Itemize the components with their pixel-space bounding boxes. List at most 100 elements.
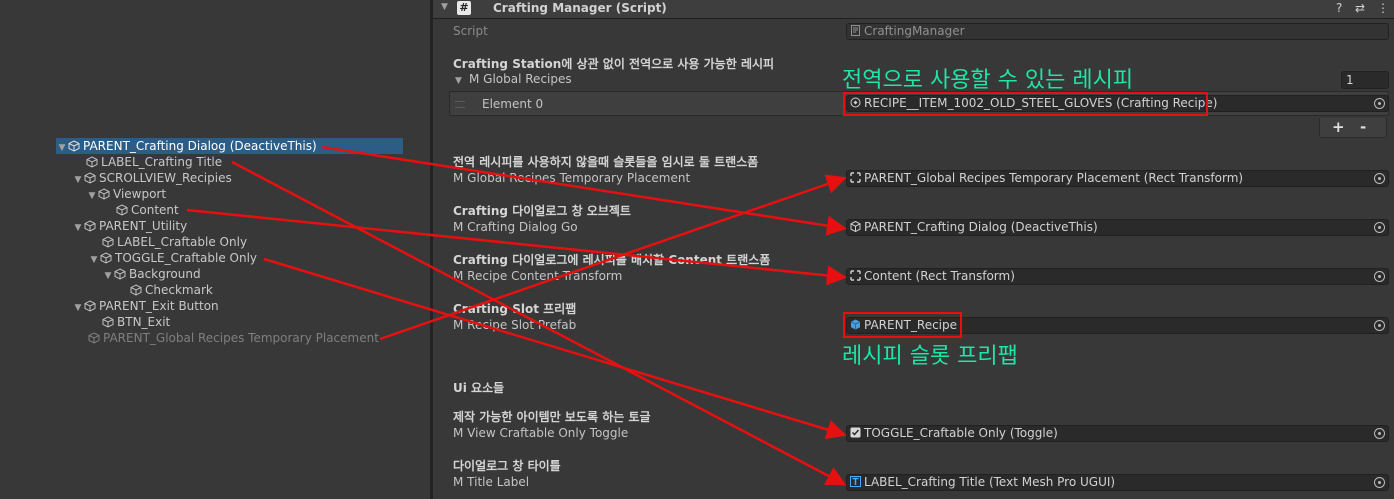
content-transform-value: Content (Rect Transform) [864,269,1015,283]
crafting-dialog-label: M Crafting Dialog Go [453,220,578,234]
fold-arrow-icon[interactable]: ▼ [455,76,469,86]
expand-arrow-icon[interactable]: ▼ [72,220,84,236]
expand-arrow-icon[interactable]: ▼ [86,188,98,204]
hierarchy-item-viewport[interactable]: ▼ Viewport [86,186,167,204]
title-label-label: M Title Label [453,475,530,489]
hierarchy-item-global-recipes-temp[interactable]: PARENT_Global Recipes Temporary Placemen… [88,330,379,346]
hierarchy-item-label: PARENT_Crafting Dialog (DeactiveThis) [83,139,317,153]
script-label: Script [453,24,488,38]
gameobject-cube-icon [98,188,110,200]
craftable-toggle-field[interactable]: TOGGLE_Craftable Only (Toggle) [846,425,1389,442]
object-picker-icon[interactable] [1374,173,1385,184]
gameobject-cube-icon [102,316,114,328]
hierarchy-item-btn-exit[interactable]: BTN_Exit [102,314,170,330]
gameobject-cube-icon [116,204,128,216]
list-add-remove: + - [1319,118,1387,138]
object-picker-icon[interactable] [1374,428,1385,439]
slot-prefab-header: Crafting Slot 프리팹 [453,302,577,316]
global-recipe-annotation: 전역으로 사용할 수 있는 레시피 [842,68,1134,93]
hierarchy-item-background[interactable]: ▼ Background [102,266,201,282]
temp-placement-value: PARENT_Global Recipes Temporary Placemen… [864,171,1244,185]
fold-arrow-icon[interactable]: ▼ [441,2,448,12]
hierarchy-item-content[interactable]: Content [116,202,179,218]
hierarchy-item-label: Background [129,267,201,281]
hierarchy-item-label: SCROLLVIEW_Recipies [99,171,232,185]
expand-arrow-icon[interactable]: ▼ [72,172,84,188]
component-title: Crafting Manager (Script) [493,1,667,15]
slot-prefab-label: M Recipe Slot Prefab [453,318,577,332]
script-value: CraftingManager [864,24,965,38]
rect-transform-icon [850,270,861,281]
toggle-checkbox-icon [850,427,861,438]
gameobject-cube-icon [84,220,96,232]
expand-arrow-icon[interactable]: ▼ [88,252,100,268]
hierarchy-item-parent-utility[interactable]: ▼ PARENT_Utility [72,218,188,236]
array-size-field[interactable]: 1 [1341,71,1389,89]
content-transform-field[interactable]: Content (Rect Transform) [846,268,1389,285]
hierarchy-item-label: PARENT_Global Recipes Temporary Placemen… [103,331,379,345]
craftable-toggle-value: TOGGLE_Craftable Only (Toggle) [864,426,1058,440]
title-label-field[interactable]: LABEL_Crafting Title (Text Mesh Pro UGUI… [846,474,1389,491]
hierarchy-panel: ▼ PARENT_Crafting Dialog (DeactiveThis) L… [0,0,430,499]
script-icon: # [457,1,471,15]
global-recipes-foldout[interactable]: ▼ M Global Recipes [455,72,572,86]
temp-placement-label: M Global Recipes Temporary Placement [453,171,691,185]
object-picker-icon[interactable] [1374,320,1385,331]
hierarchy-item-crafting-dialog[interactable]: ▼ PARENT_Crafting Dialog (DeactiveThis) [56,138,403,154]
hierarchy-item-label: PARENT_Exit Button [99,299,219,313]
gameobject-cube-icon [68,140,80,152]
crafting-dialog-value: PARENT_Crafting Dialog (DeactiveThis) [864,220,1098,234]
object-picker-icon[interactable] [1374,271,1385,282]
highlight-box-element-0 [843,92,1208,116]
context-menu-icon[interactable]: ⋮ [1377,1,1389,15]
crafting-dialog-header: Crafting 다이얼로그 창 오브젝트 [453,204,631,218]
hierarchy-item-label: Content [131,203,179,217]
hierarchy-item-parent-exit-button[interactable]: ▼ PARENT_Exit Button [72,298,219,314]
title-label-value: LABEL_Crafting Title (Text Mesh Pro UGUI… [864,475,1116,489]
recipe-slot-annotation: 레시피 슬롯 프리팹 [842,344,1018,369]
gameobject-cube-icon [102,236,114,248]
help-icon[interactable]: ? [1336,1,1342,15]
craftable-toggle-label: M View Craftable Only Toggle [453,426,629,440]
object-picker-icon[interactable] [1374,98,1385,109]
script-field[interactable]: CraftingManager [846,23,1389,40]
global-recipes-label: M Global Recipes [469,72,572,86]
gameobject-cube-icon [850,221,861,232]
text-mesh-pro-icon [850,476,861,487]
object-picker-icon[interactable] [1374,477,1385,488]
object-picker-icon[interactable] [1374,222,1385,233]
expand-arrow-icon[interactable]: ▼ [56,140,68,156]
highlight-box-recipe-prefab [843,312,962,338]
remove-element-button[interactable]: - [1360,118,1366,136]
gameobject-cube-icon [114,268,126,280]
crafting-dialog-field[interactable]: PARENT_Crafting Dialog (DeactiveThis) [846,219,1389,236]
hierarchy-item-label-craftable-only[interactable]: LABEL_Craftable Only [102,234,247,250]
rect-transform-icon [850,172,861,183]
hierarchy-item-scrollview-recipies[interactable]: ▼ SCROLLVIEW_Recipies [72,170,232,186]
gameobject-cube-icon [84,172,96,184]
expand-arrow-icon[interactable]: ▼ [72,300,84,316]
gameobject-cube-icon [130,284,142,296]
hierarchy-item-label: Checkmark [145,283,213,297]
script-file-icon [851,25,860,36]
hierarchy-item-label: LABEL_Crafting Title [101,155,223,169]
content-transform-header: Crafting 다이얼로그에 레시피를 배치할 Content 트랜스폼 [453,253,771,267]
hierarchy-item-label: TOGGLE_Craftable Only [115,251,258,265]
hierarchy-item-label-crafting-title[interactable]: LABEL_Crafting Title [86,154,222,170]
add-element-button[interactable]: + [1332,118,1345,136]
hierarchy-item-checkmark[interactable]: Checkmark [130,282,213,298]
drag-handle-icon[interactable] [455,101,465,108]
element-label: Element 0 [482,97,544,111]
global-recipes-header: Crafting Station에 상관 없이 전역으로 사용 가능한 레시피 [453,57,775,71]
temp-placement-field[interactable]: PARENT_Global Recipes Temporary Placemen… [846,170,1389,187]
gameobject-cube-icon [88,332,100,344]
hierarchy-item-label: BTN_Exit [117,315,171,329]
hierarchy-item-label: LABEL_Craftable Only [117,235,248,249]
hierarchy-item-toggle-craftable-only[interactable]: ▼ TOGGLE_Craftable Only [88,250,257,266]
presets-icon[interactable]: ⇄ [1355,1,1365,15]
expand-arrow-icon[interactable]: ▼ [102,268,114,284]
ui-section-header: Ui 요소들 [453,381,505,395]
component-header[interactable]: ▼ # Crafting Manager (Script) ? ⇄ ⋮ [433,0,1394,19]
title-label-header: 다이얼로그 창 타이틀 [453,459,561,473]
gameobject-cube-icon [100,252,112,264]
